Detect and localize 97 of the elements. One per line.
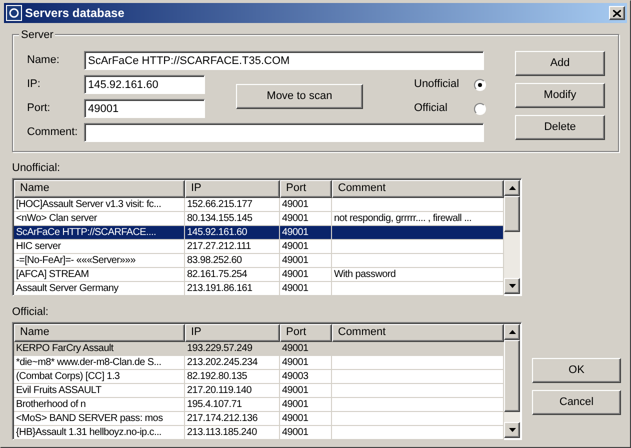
table-cell: 82.192.80.135 (185, 370, 280, 384)
action-button[interactable]: Add (515, 51, 605, 76)
field-label: Name: (27, 53, 60, 68)
app-icon (6, 5, 22, 21)
list-row[interactable]: [HOC]Assault Server v1.3 visit: fc... 152.66.215.177 49001 (14, 198, 504, 212)
field-label: Comment: (27, 125, 79, 140)
list-row[interactable]: Assault Server Germany 213.191.86.161 49001 (14, 282, 504, 296)
up-triangle-icon (508, 330, 516, 334)
up-arrow-button[interactable] (504, 180, 520, 196)
column-header[interactable]: IP (185, 180, 280, 198)
up-triangle-icon (508, 186, 516, 190)
list-row[interactable]: <MoS> BAND SERVER pass: mos 217.174.212.136 49001 (14, 412, 504, 426)
table-cell: 49001 (280, 356, 332, 370)
table-cell: [AFCA] STREAM (14, 268, 185, 282)
table-cell: 217.174.212.136 (185, 412, 280, 426)
list-row[interactable]: *die~m8* www.der-m8-Clan.de S... 213.202.245.234 49001 (14, 356, 504, 370)
table-cell: (Combat Corps) [CC] 1.3 (14, 370, 185, 384)
table-cell: 49001 (280, 198, 332, 212)
down-arrow-button[interactable] (504, 278, 520, 294)
column-header[interactable]: Name (14, 324, 185, 342)
table-cell: 49001 (280, 254, 332, 268)
window-title: Servers database (25, 5, 126, 22)
column-header[interactable]: Name (14, 180, 185, 198)
column-header[interactable]: Port (280, 180, 332, 198)
table-cell: ScArFaCe HTTP://SCARFACE.... (14, 226, 185, 240)
table-cell: 82.161.75.254 (185, 268, 280, 282)
list-row[interactable]: KERPO FarCry Assault 193.229.57.249 49001 (14, 342, 504, 356)
table-cell: -=[No-FeAr]=- «««Server»»» (14, 254, 185, 268)
table-cell: 49001 (280, 398, 332, 412)
table-cell: 213.202.245.234 (185, 356, 280, 370)
table-cell: 49001 (280, 282, 332, 296)
scrollbar[interactable] (504, 324, 520, 438)
list-row[interactable]: -=[No-FeAr]=- «««Server»»» 83.98.252.60 49001 (14, 254, 504, 268)
table-cell: KERPO FarCry Assault (14, 342, 185, 356)
list-row[interactable]: [AFCA] STREAM 82.161.75.254 49001 With password (14, 268, 504, 282)
table-cell: 217.20.119.140 (185, 384, 280, 398)
list-label: Official: (12, 306, 50, 319)
list-row[interactable]: ScArFaCe HTTP://SCARFACE.... 145.92.161.60 49001 (14, 226, 504, 240)
list-row[interactable]: Brotherhood of n 195.4.107.71 49001 (14, 398, 504, 412)
radio-label: Official (414, 101, 448, 116)
table-cell: [HOC]Assault Server v1.3 visit: fc... (14, 198, 185, 212)
list-row[interactable]: (Combat Corps) [CC] 1.3 82.192.80.135 49003 (14, 370, 504, 384)
down-triangle-icon (508, 428, 516, 432)
up-arrow-button[interactable] (504, 324, 520, 340)
table-cell: <MoS> BAND SERVER pass: mos (14, 412, 185, 426)
action-button[interactable]: Modify (515, 83, 605, 108)
table-cell: 49001 (280, 226, 332, 240)
list-row[interactable]: {HB}Assault 1.31 hellboyz.no-ip.c... 213.113.185.240 49001 (14, 426, 504, 440)
list-row[interactable]: Evil Fruits ASSAULT 217.20.119.140 49001 (14, 384, 504, 398)
input-field[interactable]: 145.92.161.60 (84, 75, 205, 94)
table-cell: With password (332, 268, 504, 282)
scroll-thumb[interactable] (504, 340, 520, 412)
column-header[interactable]: Comment (332, 180, 504, 198)
radio-label: Unofficial (414, 77, 460, 92)
radio-button[interactable] (474, 78, 486, 90)
table-cell: 49001 (280, 384, 332, 398)
down-triangle-icon (508, 284, 516, 288)
table-cell: 83.98.252.60 (185, 254, 280, 268)
table-cell: 49003 (280, 370, 332, 384)
input-field[interactable]: 49001 (84, 99, 205, 118)
table-cell: 49001 (280, 240, 332, 254)
move-to-scan-button[interactable]: Move to scan (236, 84, 363, 109)
scroll-thumb[interactable] (504, 196, 520, 232)
table-cell: 213.113.185.240 (185, 426, 280, 440)
input-field[interactable] (84, 123, 484, 142)
table-cell: Assault Server Germany (14, 282, 185, 296)
close-button[interactable] (609, 6, 625, 20)
down-arrow-button[interactable] (504, 422, 520, 438)
input-field[interactable]: ScArFaCe HTTP://SCARFACE.T35.COM (84, 51, 484, 70)
table-cell: 195.4.107.71 (185, 398, 280, 412)
field-label: Port: (27, 101, 52, 116)
table-cell: 49001 (280, 426, 332, 440)
table-cell: 193.229.57.249 (185, 342, 280, 356)
field-label: IP: (27, 77, 42, 92)
table-cell: 217.27.212.111 (185, 240, 280, 254)
dialog-button[interactable]: OK (532, 358, 621, 383)
column-header[interactable]: IP (185, 324, 280, 342)
table-cell: 49001 (280, 412, 332, 426)
table-cell: Brotherhood of n (14, 398, 185, 412)
table-cell: 152.66.215.177 (185, 198, 280, 212)
table-cell: 49001 (280, 342, 332, 356)
table-cell: Evil Fruits ASSAULT (14, 384, 185, 398)
column-header[interactable]: Comment (332, 324, 504, 342)
scrollbar[interactable] (504, 180, 520, 294)
table-cell: 213.191.86.161 (185, 282, 280, 296)
list-row[interactable]: HIC server 217.27.212.111 49001 (14, 240, 504, 254)
column-header[interactable]: Port (280, 324, 332, 342)
table-cell: {HB}Assault 1.31 hellboyz.no-ip.c... (14, 426, 185, 440)
table-cell: *die~m8* www.der-m8-Clan.de S... (14, 356, 185, 370)
table-cell: 49001 (280, 268, 332, 282)
dialog-button[interactable]: Cancel (532, 390, 621, 415)
table-cell: 145.92.161.60 (185, 226, 280, 240)
close-icon (613, 10, 621, 16)
list-label: Unofficial: (12, 162, 62, 175)
radio-button[interactable] (474, 102, 486, 114)
action-button[interactable]: Delete (515, 115, 605, 140)
table-cell: HIC server (14, 240, 185, 254)
